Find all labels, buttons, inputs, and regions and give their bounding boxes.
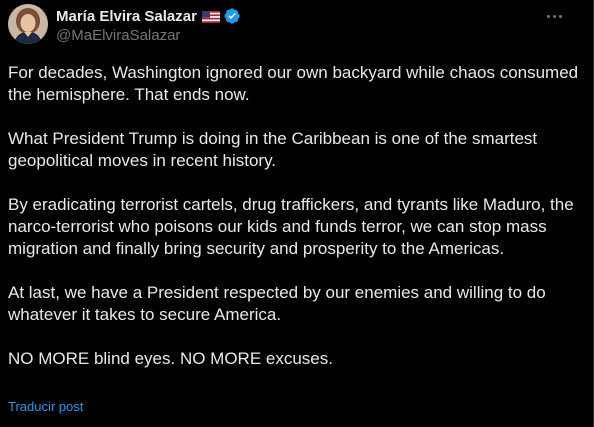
display-name[interactable]: María Elvira Salazar [56, 8, 197, 25]
post-paragraph: What President Trump is doing in the Car… [8, 129, 538, 170]
more-options-icon[interactable] [539, 6, 569, 26]
verified-badge-icon[interactable] [223, 7, 241, 25]
post-text: For decades, Washington ignored our own … [8, 62, 586, 370]
avatar-image [8, 4, 48, 44]
avatar[interactable] [8, 4, 48, 44]
name-row: María Elvira Salazar [56, 6, 241, 26]
post-paragraph: For decades, Washington ignored our own … [8, 63, 579, 104]
author-handle[interactable]: @MaElviraSalazar [56, 27, 241, 44]
author-info: María Elvira Salazar @MaElviraSalazar [56, 6, 241, 44]
post-paragraph: At last, we have a President respected b… [8, 283, 546, 324]
post-paragraph: By eradicating terrorist cartels, drug t… [8, 195, 574, 258]
post-card: María Elvira Salazar @MaElviraSalazar Fo… [0, 0, 594, 427]
us-flag-icon [201, 10, 220, 23]
translate-post-link[interactable]: Traducir post [8, 399, 83, 414]
post-header: María Elvira Salazar @MaElviraSalazar [8, 4, 585, 48]
post-paragraph: NO MORE blind eyes. NO MORE excuses. [8, 349, 333, 368]
